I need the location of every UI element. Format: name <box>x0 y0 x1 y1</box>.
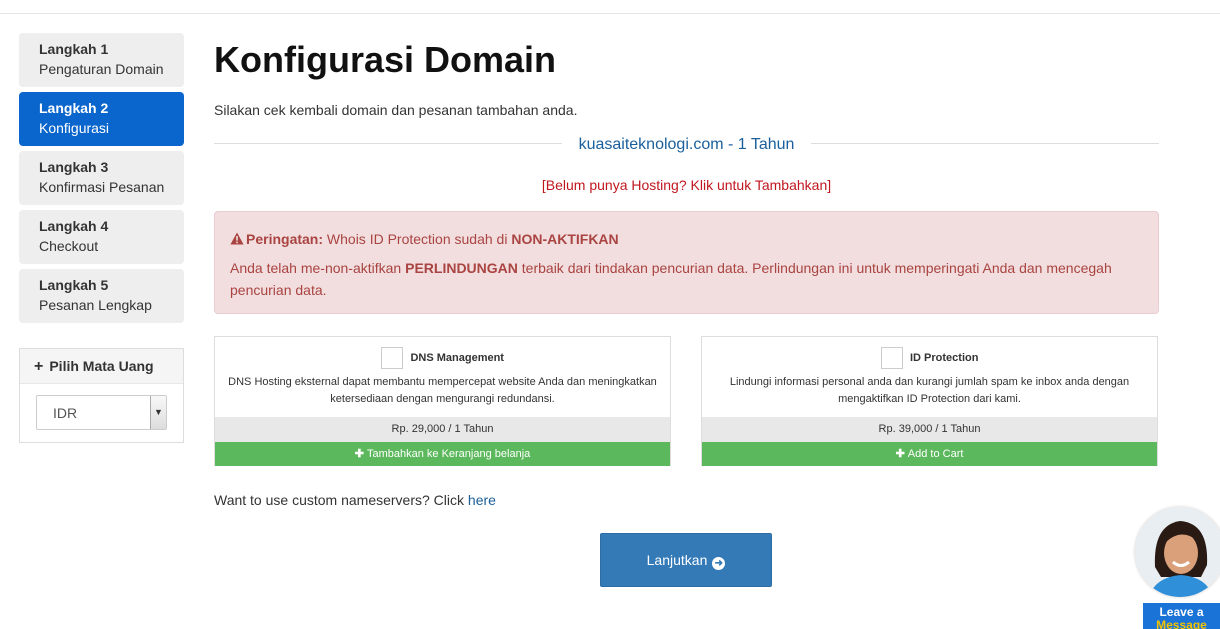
step-title: Langkah 5 <box>39 277 109 293</box>
step-subtitle: Konfirmasi Pesanan <box>39 179 165 195</box>
continue-button[interactable]: Lanjutkan ➜ <box>600 533 772 587</box>
dropdown-arrow-icon[interactable]: ▼ <box>150 396 166 429</box>
currency-selected-value: IDR <box>53 405 78 421</box>
leave-message-button[interactable]: Leave a Message <box>1143 603 1220 629</box>
step-subtitle: Pengaturan Domain <box>39 61 164 77</box>
add-hosting-link[interactable]: [Belum punya Hosting? Klik untuk Tambahk… <box>214 177 1159 193</box>
addon-description: Lindungi informasi personal anda dan kur… <box>729 376 1130 405</box>
currency-header-label: Pilih Mata Uang <box>49 358 154 374</box>
addon-checkbox[interactable] <box>381 347 403 369</box>
addon-name: DNS Management <box>410 352 504 364</box>
agent-photo-icon <box>1135 507 1220 597</box>
custom-nameservers-text: Want to use custom nameservers? Click he… <box>214 492 496 508</box>
step-title: Langkah 3 <box>39 159 109 175</box>
step-2[interactable]: Langkah 2 Konfigurasi <box>19 92 184 146</box>
addon-dns-management: DNS Management DNS Hosting eksternal dap… <box>214 336 671 466</box>
currency-select[interactable]: IDR ▼ <box>36 395 167 430</box>
addon-price: Rp. 29,000 / 1 Tahun <box>215 417 670 442</box>
add-to-cart-label: Tambahkan ke Keranjang belanja <box>366 448 531 460</box>
alert-label: Peringatan: <box>246 231 324 247</box>
plus-icon: ✚ <box>895 448 905 460</box>
step-3[interactable]: Langkah 3 Konfirmasi Pesanan <box>19 151 184 205</box>
alert-status: NON-AKTIFKAN <box>511 231 619 247</box>
step-5[interactable]: Langkah 5 Pesanan Lengkap <box>19 269 184 323</box>
intro-text: Silakan cek kembali domain dan pesanan t… <box>214 102 578 118</box>
domain-separator: kuasaiteknologi.com - 1 Tahun <box>214 134 1159 154</box>
addon-id-protection: ID Protection Lindungi informasi persona… <box>701 336 1158 466</box>
addon-description: DNS Hosting eksternal dapat membantu mem… <box>228 376 657 405</box>
alert-body-strong: PERLINDUNGAN <box>405 260 518 276</box>
alert-body-before: Anda telah me-non-aktifkan <box>230 260 402 276</box>
step-subtitle: Pesanan Lengkap <box>39 297 152 313</box>
nameservers-link[interactable]: here <box>468 492 496 508</box>
domain-label: kuasaiteknologi.com - 1 Tahun <box>578 136 795 153</box>
nameservers-prompt: Want to use custom nameservers? Click <box>214 492 465 508</box>
currency-panel: + Pilih Mata Uang IDR ▼ <box>19 348 184 443</box>
plus-icon: ✚ <box>354 448 364 460</box>
plus-icon: + <box>34 358 44 375</box>
arrow-right-icon: ➜ <box>712 557 726 570</box>
add-to-cart-button[interactable]: ✚ Tambahkan ke Keranjang belanja <box>215 442 670 466</box>
chat-line2: Message <box>1156 618 1207 629</box>
step-4[interactable]: Langkah 4 Checkout <box>19 210 184 264</box>
step-title: Langkah 1 <box>39 41 109 57</box>
page-title: Konfigurasi Domain <box>214 39 557 80</box>
step-subtitle: Konfigurasi <box>39 120 110 136</box>
add-to-cart-label: Add to Cart <box>907 448 964 460</box>
chat-agent-avatar[interactable] <box>1135 507 1220 597</box>
step-title: Langkah 2 <box>39 100 109 116</box>
step-title: Langkah 4 <box>39 218 109 234</box>
warning-icon <box>230 230 244 250</box>
currency-panel-header: + Pilih Mata Uang <box>20 349 183 384</box>
whois-warning-alert: Peringatan: Whois ID Protection sudah di… <box>214 211 1159 314</box>
addon-price: Rp. 39,000 / 1 Tahun <box>702 417 1157 442</box>
step-subtitle: Checkout <box>39 238 99 254</box>
add-to-cart-button[interactable]: ✚ Add to Cart <box>702 442 1157 466</box>
addon-checkbox[interactable] <box>880 347 903 369</box>
continue-label: Lanjutkan <box>646 552 708 568</box>
top-bar <box>0 0 1220 14</box>
addon-name: ID Protection <box>910 352 979 364</box>
alert-text: Whois ID Protection sudah di <box>326 231 508 247</box>
step-1[interactable]: Langkah 1 Pengaturan Domain <box>19 33 184 87</box>
order-steps: Langkah 1 Pengaturan Domain Langkah 2 Ko… <box>19 33 184 328</box>
